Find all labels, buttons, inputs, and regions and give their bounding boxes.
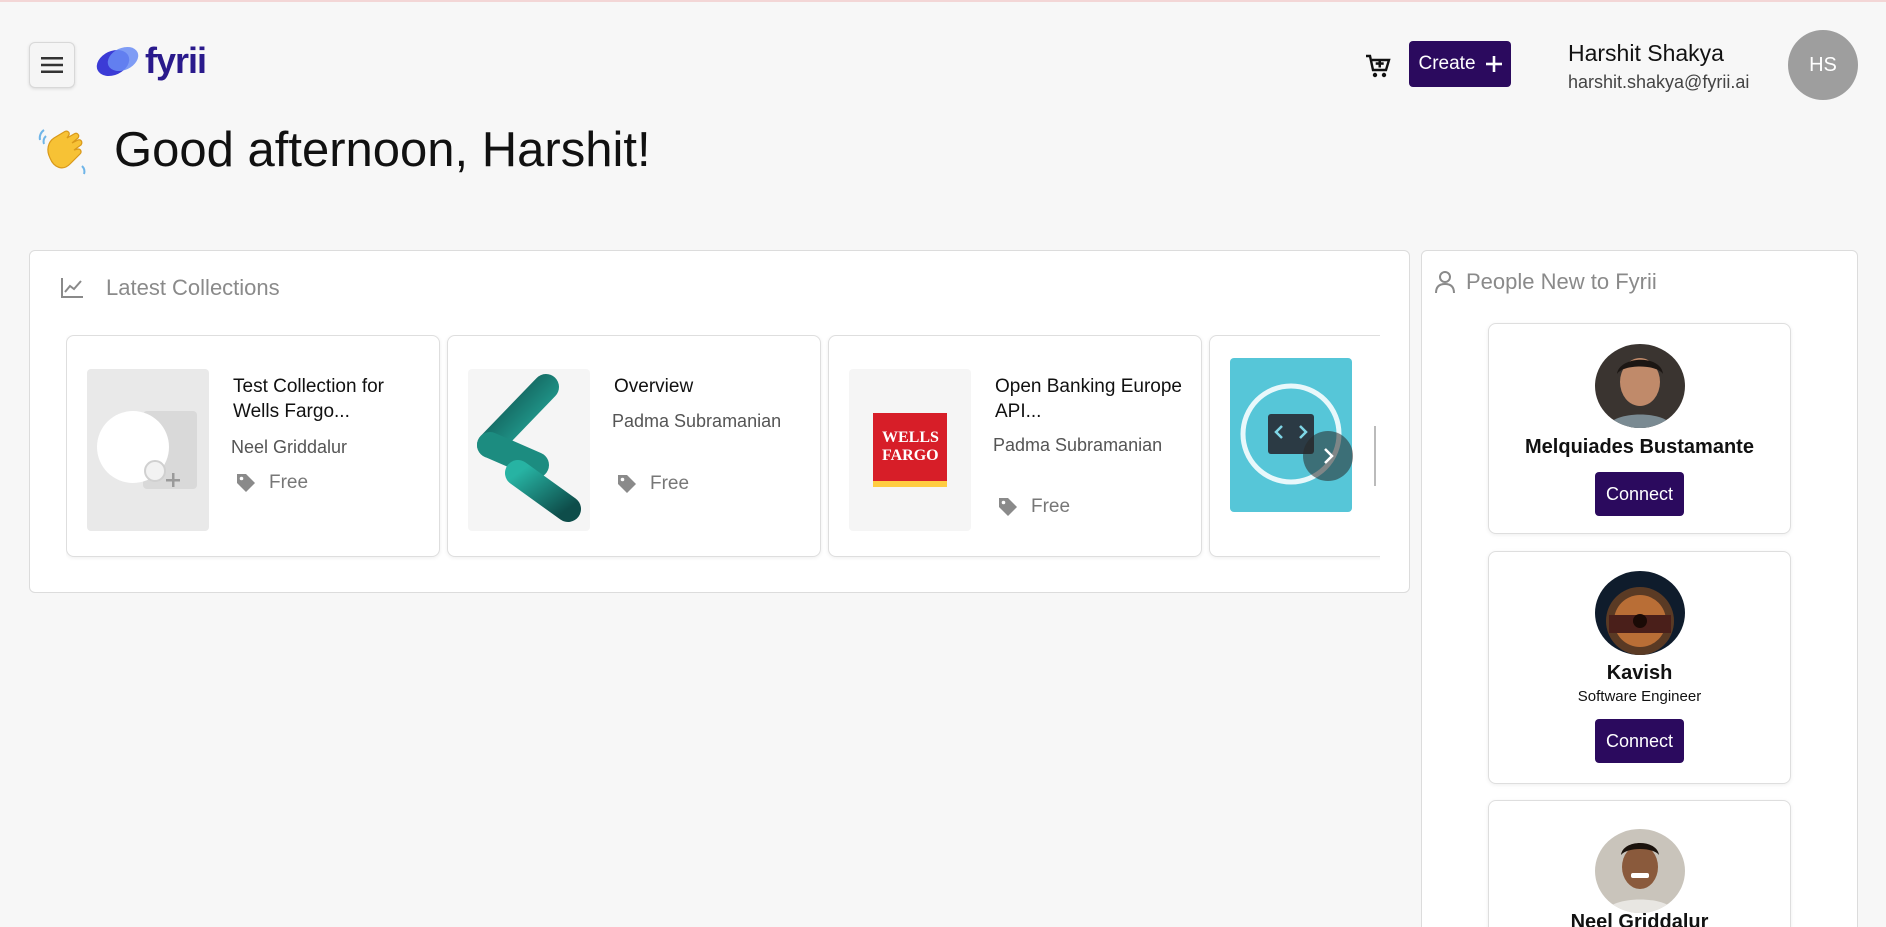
- collection-price: Free: [235, 472, 308, 494]
- person-name[interactable]: Neel Griddalur: [1489, 911, 1790, 927]
- price-tag-icon: [618, 475, 636, 493]
- user-email: harshit.shakya@fyrii.ai: [1568, 72, 1750, 92]
- waving-hand-icon: [38, 129, 86, 175]
- person-card: Melquiades Bustamante Connect: [1488, 323, 1791, 534]
- greeting: Good afternoon, Harshit!: [36, 122, 651, 178]
- person-avatar[interactable]: [1595, 571, 1685, 655]
- top-bar: fyrii Create Harshit Shakya harshit.shak…: [0, 2, 1886, 112]
- price-tag-icon: [999, 498, 1017, 516]
- carousel-next-button[interactable]: [1303, 431, 1353, 481]
- person-name[interactable]: Kavish: [1489, 662, 1790, 685]
- fyrii-logo[interactable]: fyrii: [93, 40, 207, 82]
- connect-button[interactable]: Connect: [1595, 719, 1684, 763]
- person-role: Software Engineer: [1577, 688, 1702, 705]
- collection-thumbnail: [468, 369, 590, 531]
- person-avatar[interactable]: [1595, 344, 1685, 428]
- logo-text: fyrii: [145, 40, 207, 81]
- collection-price: Free: [997, 496, 1070, 518]
- cart-button[interactable]: [1364, 52, 1392, 80]
- create-button[interactable]: Create: [1409, 41, 1511, 87]
- overview-logo-icon: [477, 374, 581, 522]
- hamburger-menu-button[interactable]: [29, 42, 75, 88]
- collection-thumbnail: WELLS FARGO: [849, 369, 971, 531]
- collection-author: Neel Griddalur: [231, 437, 348, 457]
- person-avatar[interactable]: [1595, 829, 1685, 913]
- collection-placeholder-icon: [97, 411, 197, 489]
- collection-author: [1374, 426, 1380, 486]
- user-avatar[interactable]: HS: [1788, 30, 1858, 100]
- connect-button[interactable]: Connect: [1595, 472, 1684, 516]
- price-label: Free: [269, 472, 309, 493]
- collection-author: Padma Subramanian: [612, 411, 782, 431]
- logo-mark-icon: [96, 46, 139, 77]
- latest-collections-header: Latest Collections: [60, 275, 280, 301]
- price-tag-icon: [237, 474, 255, 492]
- person-card: Kavish Software Engineer Connect: [1488, 551, 1791, 784]
- user-name: Harshit Shakya: [1568, 40, 1724, 66]
- collection-card[interactable]: Test Collection for Wells Fargo... Neel …: [66, 335, 440, 557]
- person-name[interactable]: Melquiades Bustamante: [1489, 436, 1790, 459]
- collection-thumbnail: [87, 369, 209, 531]
- collection-price: Free: [616, 473, 689, 495]
- collection-author: Padma Subramanian: [993, 435, 1163, 455]
- create-button-label: Create: [1418, 53, 1476, 74]
- collection-title[interactable]: Test Collection for Wells Fargo...: [233, 374, 423, 424]
- collection-title[interactable]: Overview: [614, 374, 804, 399]
- person-photo-icon: [1595, 829, 1685, 913]
- plus-icon: [1485, 56, 1502, 72]
- people-new-panel: People New to Fyrii Melquiades Bustamant…: [1421, 250, 1858, 927]
- person-photo-icon: [1595, 571, 1685, 655]
- cart-add-icon: [1366, 54, 1391, 78]
- price-label: Free: [1031, 496, 1071, 517]
- price-label: Free: [650, 473, 690, 494]
- person-photo-icon: [1595, 344, 1685, 428]
- latest-collections-panel: Latest Collections Test Collection for W…: [29, 250, 1410, 593]
- person-icon: [1435, 271, 1455, 294]
- wells-fargo-logo: WELLS FARGO: [873, 413, 947, 487]
- chevron-right-icon: [1324, 448, 1334, 464]
- line-chart-icon: [61, 278, 83, 298]
- collection-title[interactable]: Open Banking Europe API...: [995, 374, 1185, 424]
- people-new-title: People New to Fyrii: [1466, 269, 1657, 294]
- collection-card[interactable]: WELLS FARGO Open Banking Europe API... P…: [828, 335, 1202, 557]
- collection-card[interactable]: Overview Padma Subramanian Free: [447, 335, 821, 557]
- latest-collections-title: Latest Collections: [106, 275, 280, 300]
- hamburger-menu-icon: [41, 57, 63, 73]
- collection-card[interactable]: [1209, 335, 1380, 557]
- collections-carousel[interactable]: Test Collection for Wells Fargo... Neel …: [66, 335, 1380, 561]
- people-new-header: People New to Fyrii: [1434, 269, 1657, 295]
- greeting-text: Good afternoon, Harshit!: [114, 123, 651, 177]
- person-card: Neel Griddalur: [1488, 800, 1791, 927]
